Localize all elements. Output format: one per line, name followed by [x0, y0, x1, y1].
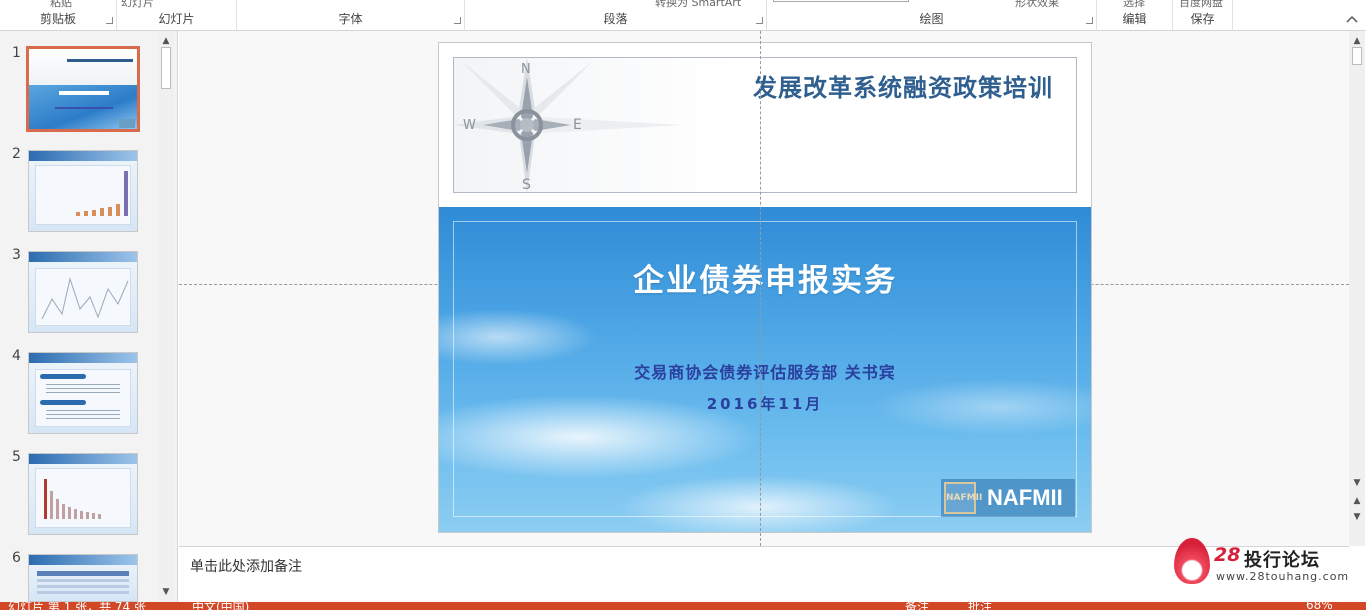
font-launcher-icon[interactable]	[454, 17, 461, 24]
current-slide[interactable]: N S E W 发展改革系统融资政策培训 企业债券申报实务 交易商协会债券评估服…	[439, 43, 1091, 532]
thumbnail-number: 1	[12, 45, 21, 61]
slide-presenter[interactable]: 交易商协会债券评估服务部 关书宾	[439, 359, 1091, 383]
slide-header-title[interactable]: 发展改革系统融资政策培训	[753, 68, 1053, 103]
logo-mark: NAFMII	[944, 482, 982, 514]
slide-count-status: 幻灯片 第 1 张，共 74 张	[8, 602, 146, 610]
new-slide-label-cut[interactable]: 幻灯片	[121, 0, 154, 10]
slide-thumbnail-6[interactable]	[28, 554, 138, 602]
slide-editor[interactable]: N S E W 发展改革系统融资政策培训 企业债券申报实务 交易商协会债券评估服…	[179, 31, 1349, 546]
slide-thumbnail-4[interactable]	[28, 352, 138, 434]
ribbon-group-clipboard: 粘贴 剪贴板	[0, 0, 117, 30]
ribbon-group-label: 段落	[603, 12, 628, 26]
status-bar: 幻灯片 第 1 张，共 74 张 中文(中国) 备注 批注 68%	[0, 602, 1366, 610]
next-slide-icon[interactable]: ▼	[1349, 509, 1365, 525]
ribbon: 粘贴 剪贴板 幻灯片 幻灯片 字体 转换为 SmartArt 段落 形状效果 绘…	[0, 0, 1366, 31]
ribbon-group-editing: 选择 编辑	[1097, 0, 1173, 30]
thumbnail-number: 6	[12, 550, 21, 566]
compass-w-label: W	[463, 118, 476, 133]
paragraph-launcher-icon[interactable]	[756, 17, 763, 24]
watermark-name: 投行论坛	[1244, 550, 1320, 571]
slide-sky-band: 企业债券申报实务 交易商协会债券评估服务部 关书宾 2016年11月 NAFMI…	[439, 207, 1091, 532]
comments-button[interactable]: 批注	[968, 602, 992, 610]
convert-smartart-label-cut[interactable]: 转换为 SmartArt	[655, 0, 741, 10]
ribbon-group-label: 字体	[338, 12, 363, 26]
notes-button[interactable]: 备注	[905, 602, 929, 610]
ribbon-group-font: 字体	[237, 0, 465, 30]
thumbnail-number: 3	[12, 247, 21, 263]
ribbon-group-label: 编辑	[1122, 12, 1147, 26]
previous-slide-icon[interactable]: ▲	[1349, 493, 1365, 509]
shape-effects-label-cut[interactable]: 形状效果	[1015, 0, 1059, 10]
thumbnail-number: 5	[12, 449, 21, 465]
ribbon-group-save: 百度网盘 保存	[1173, 0, 1233, 30]
compass-s-label: S	[522, 177, 531, 193]
logo-text: NAFMII	[987, 485, 1063, 510]
thumbnail-number: 2	[12, 146, 21, 162]
scrollbar-thumb[interactable]	[1352, 47, 1362, 65]
notes-placeholder[interactable]: 单击此处添加备注	[190, 556, 302, 576]
select-label-cut[interactable]: 选择	[1123, 0, 1145, 10]
baidu-disk-label-cut[interactable]: 百度网盘	[1179, 0, 1223, 10]
thumbnail-scrollbar[interactable]: ▲ ▼	[158, 31, 174, 602]
watermark-url: www.28touhang.com	[1216, 570, 1350, 583]
nafmii-logo: NAFMII NAFMII	[941, 479, 1075, 517]
slide-thumbnail-3[interactable]	[28, 251, 138, 333]
ribbon-group-drawing: 形状效果 绘图	[767, 0, 1097, 30]
slide-date[interactable]: 2016年11月	[439, 393, 1091, 414]
ribbon-group-paragraph: 转换为 SmartArt 段落	[465, 0, 767, 30]
thumbnail-number: 4	[12, 348, 21, 364]
slide-thumbnail-5[interactable]	[28, 453, 138, 535]
scroll-down-icon[interactable]: ▼	[158, 584, 174, 600]
collapse-ribbon-icon[interactable]	[1344, 11, 1360, 27]
scrollbar-thumb[interactable]	[161, 47, 171, 89]
slide-header-band: N S E W 发展改革系统融资政策培训	[439, 43, 1091, 207]
compass-e-label: E	[573, 117, 582, 133]
scroll-down-icon[interactable]: ▼	[1349, 475, 1365, 491]
slide-thumbnail-1[interactable]	[26, 46, 140, 132]
ribbon-group-label: 绘图	[919, 12, 944, 26]
drawing-launcher-icon[interactable]	[1086, 17, 1093, 24]
zoom-level[interactable]: 68%	[1306, 602, 1333, 610]
slide-thumbnail-2[interactable]	[28, 150, 138, 232]
vertical-guide[interactable]	[760, 31, 761, 546]
paste-copy-label-cut[interactable]: 粘贴	[50, 0, 72, 10]
flame-logo-icon	[1174, 538, 1210, 584]
watermark-number: 28	[1214, 544, 1241, 566]
site-watermark: 28 投行论坛 www.28touhang.com	[1170, 536, 1350, 586]
editor-scrollbar[interactable]: ▲ ▼ ▲ ▼	[1349, 31, 1365, 546]
ribbon-group-slides: 幻灯片 幻灯片	[117, 0, 237, 30]
ribbon-group-label: 保存	[1190, 12, 1215, 26]
compass-n-label: N	[521, 62, 531, 77]
slide-thumbnail-pane: 1 2 3 4 5 6 ▲ ▼	[0, 31, 178, 602]
shapes-gallery-cut[interactable]	[773, 0, 909, 2]
slide-main-title[interactable]: 企业债券申报实务	[439, 255, 1091, 300]
compass-rose-icon: N S E W	[453, 57, 683, 193]
ribbon-group-label: 剪贴板	[39, 12, 76, 26]
clipboard-launcher-icon[interactable]	[106, 17, 113, 24]
language-status[interactable]: 中文(中国)	[192, 602, 249, 610]
ribbon-group-label: 幻灯片	[158, 12, 195, 26]
